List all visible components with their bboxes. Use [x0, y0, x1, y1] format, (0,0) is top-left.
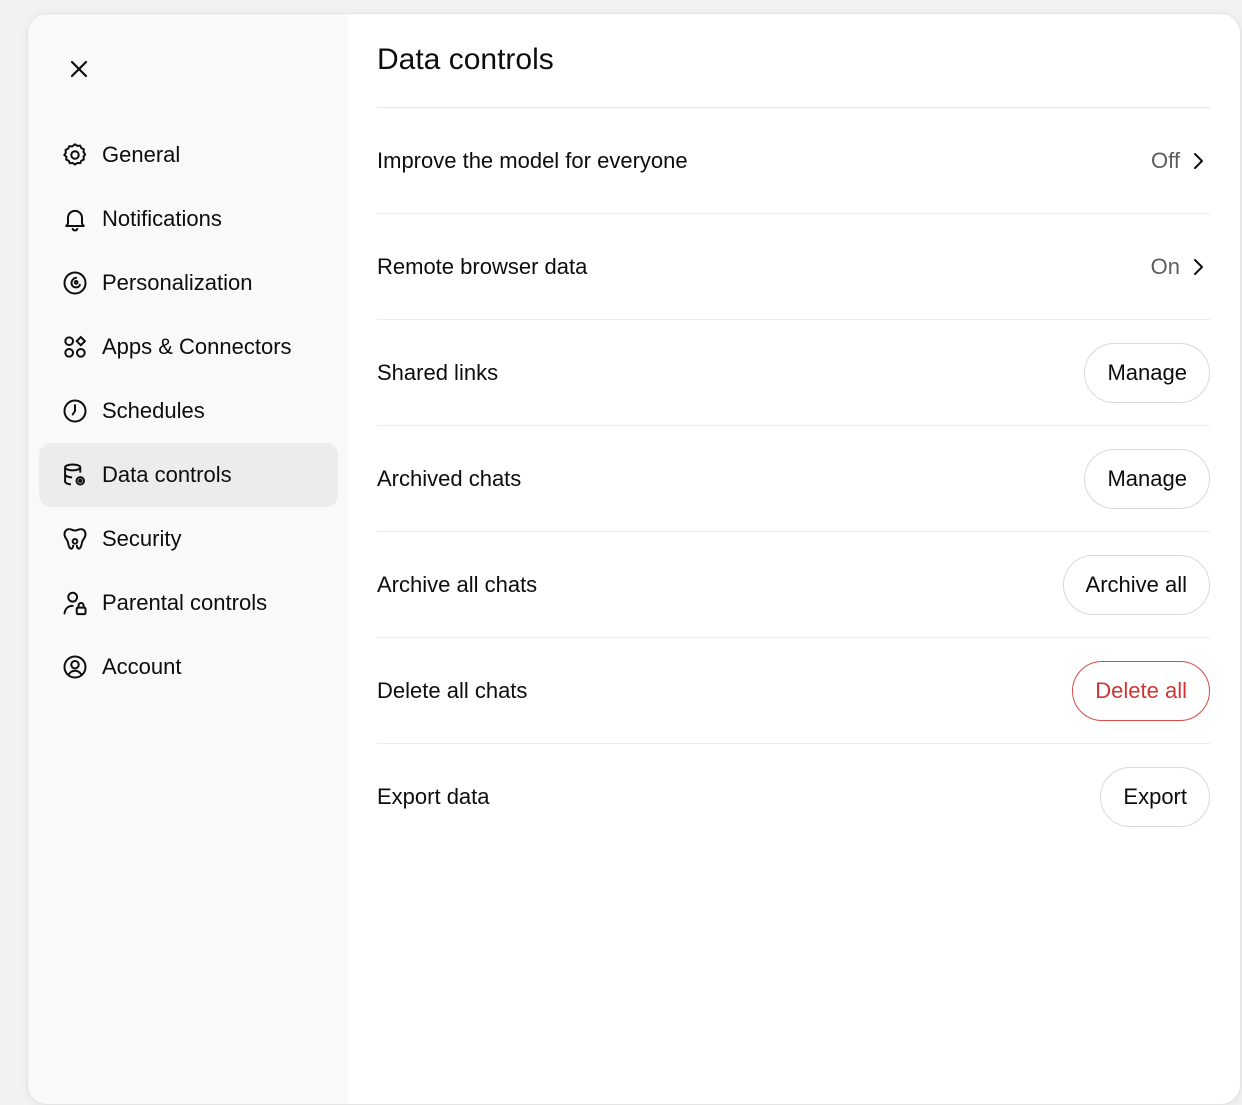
setting-row-shared-links: Shared links Manage — [377, 320, 1210, 426]
setting-label: Remote browser data — [377, 253, 588, 279]
close-button[interactable] — [64, 54, 94, 84]
sidebar-item-apps-connectors[interactable]: Apps & Connectors — [39, 315, 338, 379]
parental-icon — [61, 589, 89, 617]
sidebar-item-label: Parental controls — [102, 590, 268, 615]
setting-label: Archive all chats — [377, 571, 538, 597]
setting-value: Off — [1151, 147, 1180, 173]
setting-label: Archived chats — [377, 465, 522, 491]
bell-icon — [61, 205, 89, 233]
user-circle-icon — [61, 653, 89, 681]
chevron-right-icon — [1194, 152, 1203, 169]
gear-icon — [61, 141, 89, 169]
setting-row-remote-browser: Remote browser data On — [377, 214, 1210, 320]
chevron-right-icon — [1194, 258, 1203, 275]
setting-row-delete-all: Delete all chats Delete all — [377, 638, 1210, 744]
manage-archived-chats-button[interactable]: Manage — [1084, 448, 1210, 509]
export-button[interactable]: Export — [1100, 767, 1210, 827]
sidebar-item-parental-controls[interactable]: Parental controls — [39, 571, 338, 635]
setting-row-improve-model: Improve the model for everyone Off — [377, 108, 1210, 214]
sidebar-item-notifications[interactable]: Notifications — [39, 187, 338, 251]
sidebar-item-data-controls[interactable]: Data controls — [39, 443, 338, 507]
setting-row-archived-chats: Archived chats Manage — [377, 426, 1210, 532]
close-icon — [70, 60, 88, 78]
setting-row-export-data: Export data Export — [377, 744, 1210, 850]
remote-browser-toggle[interactable]: On — [1151, 254, 1210, 280]
sidebar-item-label: Account — [102, 654, 182, 679]
sidebar-item-label: Personalization — [102, 270, 253, 295]
settings-sidebar: General Notifications Personalization Ap… — [28, 14, 348, 1104]
setting-label: Export data — [377, 784, 490, 809]
sidebar-item-label: Schedules — [102, 398, 205, 423]
archive-all-button[interactable]: Archive all — [1062, 554, 1210, 615]
sidebar-item-account[interactable]: Account — [39, 635, 338, 699]
sidebar-item-label: Security — [102, 526, 182, 551]
clock-icon — [61, 397, 89, 425]
page-title: Data controls — [377, 43, 554, 76]
improve-model-toggle[interactable]: Off — [1151, 148, 1210, 174]
sidebar-item-personalization[interactable]: Personalization — [39, 251, 338, 315]
shield-icon — [61, 525, 89, 553]
setting-label: Improve the model for everyone — [377, 147, 688, 173]
sidebar-item-schedules[interactable]: Schedules — [39, 379, 338, 443]
personalization-icon — [61, 269, 89, 297]
manage-shared-links-button[interactable]: Manage — [1084, 342, 1210, 403]
setting-label: Delete all chats — [377, 677, 528, 703]
sidebar-item-label: Data controls — [102, 462, 232, 487]
delete-all-button[interactable]: Delete all — [1072, 660, 1210, 721]
apps-icon — [61, 333, 89, 361]
settings-nav: General Notifications Personalization Ap… — [39, 123, 338, 699]
sidebar-item-label: Apps & Connectors — [102, 334, 292, 359]
sidebar-item-label: General — [102, 142, 181, 167]
settings-modal: General Notifications Personalization Ap… — [27, 13, 1241, 1105]
sidebar-item-security[interactable]: Security — [39, 507, 338, 571]
setting-row-archive-all: Archive all chats Archive all — [377, 532, 1210, 638]
settings-rows: Improve the model for everyone Off Remot… — [377, 108, 1210, 850]
sidebar-item-general[interactable]: General — [39, 123, 338, 187]
database-icon — [61, 461, 89, 489]
setting-label: Shared links — [377, 359, 499, 385]
sidebar-item-label: Notifications — [102, 206, 222, 231]
setting-value: On — [1150, 253, 1180, 279]
